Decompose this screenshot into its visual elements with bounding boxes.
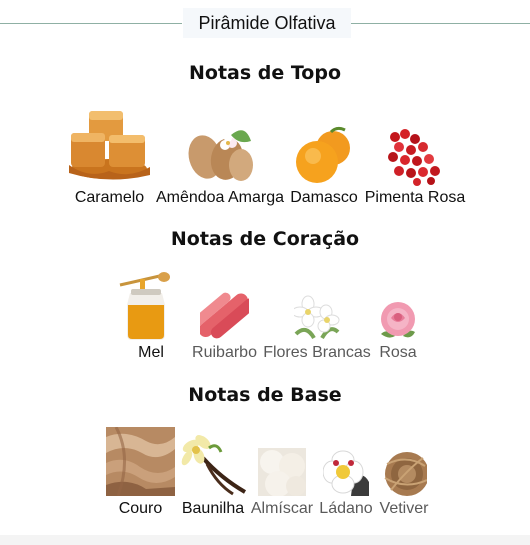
note-label: Ládano bbox=[319, 500, 373, 517]
almond-icon bbox=[187, 121, 253, 183]
header-divider-left bbox=[0, 23, 182, 24]
note-label: Rosa bbox=[379, 344, 417, 361]
header-divider-right bbox=[351, 23, 530, 24]
section-title-top: Notas de Topo bbox=[188, 62, 342, 84]
note-label: Mel bbox=[138, 344, 164, 361]
pink-pepper-icon bbox=[387, 129, 442, 186]
note-label: Vetiver bbox=[379, 500, 429, 517]
apricot-icon bbox=[293, 126, 354, 185]
labdanum-icon bbox=[323, 450, 369, 496]
section-title-base: Notas de Base bbox=[188, 384, 342, 406]
rose-icon bbox=[379, 300, 417, 341]
rhubarb-icon bbox=[200, 292, 249, 341]
vanilla-icon bbox=[181, 434, 247, 496]
vetiver-icon bbox=[381, 450, 427, 496]
note-label: Caramelo bbox=[74, 189, 145, 206]
note-label: Amêndoa Amarga bbox=[155, 189, 285, 206]
caramel-icon bbox=[69, 105, 150, 183]
bottom-bar bbox=[0, 535, 530, 545]
note-label: Baunilha bbox=[181, 500, 245, 517]
white-flowers-icon bbox=[294, 294, 340, 341]
note-label: Flores Brancas bbox=[263, 344, 371, 361]
musk-icon bbox=[258, 448, 306, 496]
note-label: Ruibarbo bbox=[192, 344, 257, 361]
honey-icon bbox=[118, 271, 174, 341]
note-label: Pimenta Rosa bbox=[364, 189, 466, 206]
section-title-heart: Notas de Coração bbox=[170, 228, 360, 250]
note-label: Couro bbox=[118, 500, 163, 517]
pyramid-title: Pirâmide Olfativa bbox=[183, 8, 351, 38]
pyramid-header: Pirâmide Olfativa bbox=[0, 8, 530, 38]
note-label: Almíscar bbox=[250, 500, 314, 517]
note-label: Damasco bbox=[290, 189, 358, 206]
leather-icon bbox=[106, 427, 175, 496]
